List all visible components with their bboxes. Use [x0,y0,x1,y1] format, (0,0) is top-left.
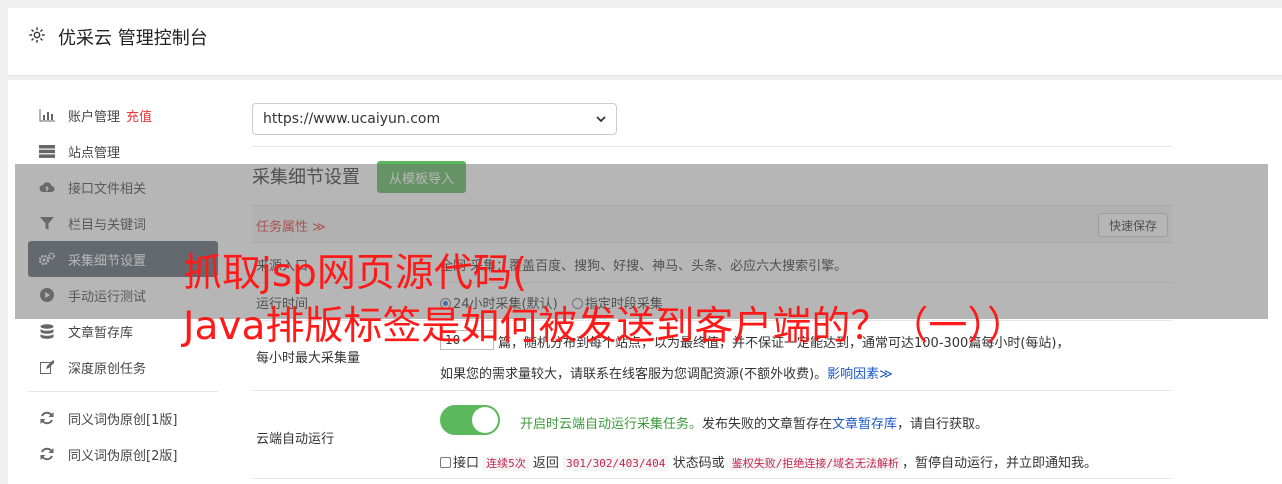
toggle-knob [472,407,498,433]
cloud-run-desc: 开启时云端自动运行采集任务。发布失败的文章暂存在文章暂存库，请自行获取。 [520,413,988,432]
top-bar: 优采云 管理控制台 [8,8,1282,76]
row-divider [252,390,1172,391]
sidebar-item-label: 同义词伪原创[1版] [68,412,178,428]
edit-icon [38,360,56,374]
cloud-run-desc-mid: 发布失败的文章暂存在 [702,417,833,432]
cloud-run-desc-green: 开启时云端自动运行采集任务。 [520,417,703,432]
watermark-line2: Java排版标签是如何被发送到客户端的？（一）） [183,304,1026,349]
code-status: 301/302/403/404 [563,456,669,471]
page-title: 优采云 管理控制台 [58,28,208,49]
sidebar-item-synonym-v2[interactable]: 同义词伪原创[2版] [28,436,218,472]
sidebar-item-label: 站点管理 [68,145,121,161]
refresh-icon [38,411,56,425]
max-collect-note-text: 如果您的需求量较大，请联系在线客服为您调配资源(不额外收费)。 [440,367,828,382]
row-divider [252,478,1172,479]
article-store-link[interactable]: 文章暂存库 [832,417,897,432]
max-collect-label: 每小时最大采集量 [256,351,361,366]
max-collect-note: 如果您的需求量较大，请联系在线客服为您调配资源(不额外收费)。影响因素≫ [440,363,893,382]
sidebar-item-deep-original[interactable]: 深度原创任务 [28,349,218,385]
database-icon [38,323,56,339]
pause-text-return: 返回 [532,456,559,471]
code-consecutive: 连续5次 [483,456,529,471]
gear-icon [29,27,45,43]
pause-condition: 接口 连续5次 返回 301/302/403/404 状态码或 鉴权失败/拒绝连… [440,452,1097,471]
cloud-run-label: 云端自动运行 [256,432,335,447]
bar-chart-icon [38,108,56,122]
site-select-value: https://www.ucaiyun.com [263,111,441,127]
refresh-icon [38,447,56,461]
factors-link[interactable]: 影响因素≫ [827,367,893,382]
pause-check-label: 接口 [453,456,480,471]
server-icon [38,144,56,158]
pause-text-status: 状态码或 [672,456,725,471]
recharge-link[interactable]: 充值 [126,106,152,125]
sidebar-item-label: 账户管理 [68,109,121,125]
watermark-line1: 抓取jsp网页源代码( [183,251,528,296]
site-select[interactable]: https://www.ucaiyun.com [252,103,617,135]
sidebar-item-label: 文章暂存库 [68,325,134,341]
cloud-run-toggle[interactable] [440,405,500,435]
sidebar-item-synonym-v1[interactable]: 同义词伪原创[1版] [28,400,218,436]
chevron-down-icon [596,116,606,123]
divider [252,146,1172,147]
sidebar-item-account[interactable]: 账户管理 充值 [28,97,218,133]
cloud-run-desc-end: ，请自行获取。 [897,417,989,432]
sidebar-item-label: 深度原创任务 [68,361,147,377]
sidebar-item-label: 同义词伪原创[2版] [68,448,178,464]
sidebar-divider [28,391,218,392]
pause-text-end: ，暂停自动运行，并立即通知我。 [901,456,1097,471]
pause-checkbox[interactable] [440,457,451,468]
code-errors: 鉴权失败/拒绝连接/域名无法解析 [728,456,902,471]
